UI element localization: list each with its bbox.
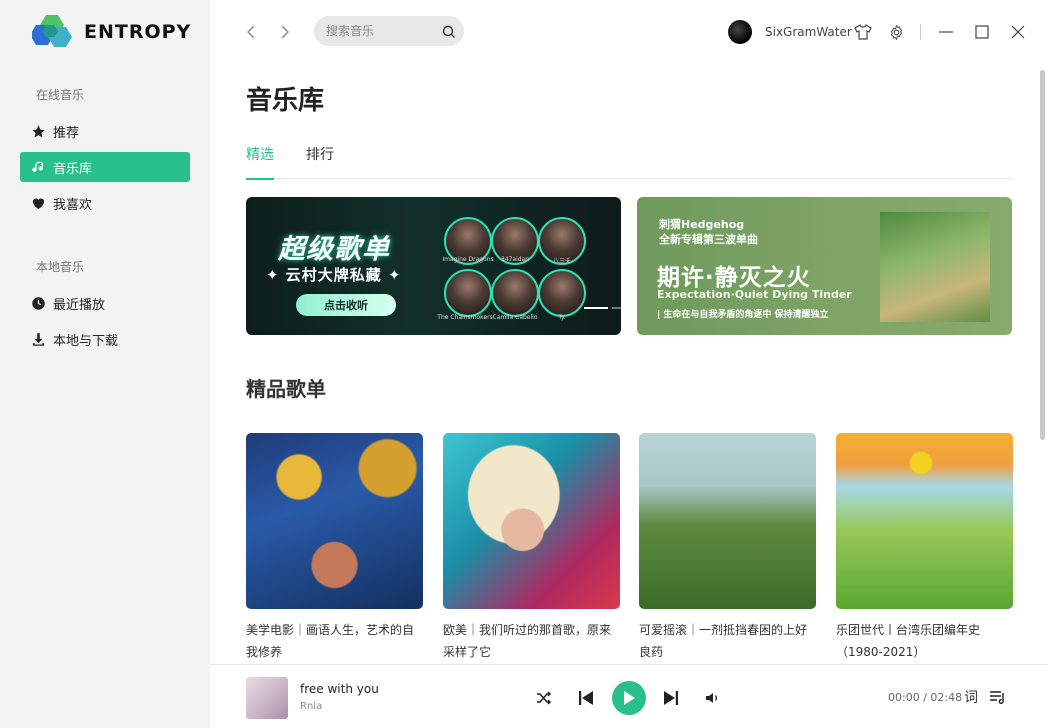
shuffle-button[interactable] bbox=[534, 689, 554, 707]
divider bbox=[920, 24, 921, 40]
playlist-title[interactable]: 可爱摇滚｜一剂抵挡春困的上好良药 bbox=[639, 619, 816, 663]
maximize-button[interactable] bbox=[973, 23, 991, 41]
carousel-dot[interactable] bbox=[584, 307, 608, 309]
sidebar-item-label: 最近播放 bbox=[53, 297, 106, 313]
shuffle-icon bbox=[537, 691, 552, 705]
gear-icon bbox=[890, 24, 902, 40]
artist-avatar bbox=[538, 269, 586, 317]
playlist-cover[interactable] bbox=[639, 433, 816, 609]
next-button[interactable] bbox=[661, 688, 681, 708]
tabs: 精选 排行 bbox=[246, 144, 1012, 180]
page-title: 音乐库 bbox=[246, 86, 325, 116]
playlist-cover[interactable] bbox=[246, 433, 423, 609]
banner-hedgehog-album[interactable]: 刺猬Hedgehog 全新专辑第三波单曲 期许·静灭之火 Expectation… bbox=[637, 197, 1012, 335]
search-box bbox=[314, 16, 464, 46]
logo-text: ENTROPY bbox=[84, 21, 192, 43]
entropy-logo-icon bbox=[32, 15, 72, 47]
playlist-title[interactable]: 美学电影｜画语人生，艺术的自我修养 bbox=[246, 619, 423, 663]
music-note-icon bbox=[30, 159, 46, 175]
banner-title: 超级歌单 bbox=[278, 234, 390, 265]
sidebar-item-label: 音乐库 bbox=[53, 161, 93, 177]
queue-list-icon bbox=[990, 691, 1004, 704]
now-playing-cover[interactable] bbox=[246, 677, 288, 719]
chevron-right-icon bbox=[281, 25, 289, 39]
chevron-left-icon bbox=[247, 25, 255, 39]
username[interactable]: SixGramWater bbox=[765, 25, 852, 39]
tshirt-icon bbox=[854, 24, 872, 40]
minimize-icon bbox=[939, 31, 953, 33]
scroll-thumb[interactable] bbox=[1040, 70, 1045, 440]
skin-button[interactable] bbox=[854, 23, 872, 41]
playlist-queue-button[interactable] bbox=[988, 688, 1008, 706]
search-input[interactable] bbox=[314, 16, 424, 46]
heart-icon bbox=[30, 195, 46, 211]
artist-avatar bbox=[444, 269, 492, 317]
play-button[interactable] bbox=[612, 681, 646, 715]
lyrics-button[interactable]: 词 bbox=[964, 687, 978, 707]
carousel-dots bbox=[584, 307, 621, 309]
app-logo[interactable]: ENTROPY bbox=[32, 13, 191, 51]
playlist-title[interactable]: 欧美｜我们听过的那首歌，原来采样了它 bbox=[443, 619, 620, 663]
section-title-online: 在线音乐 bbox=[36, 88, 85, 102]
minimize-button[interactable] bbox=[937, 23, 955, 41]
volume-icon bbox=[706, 693, 718, 703]
close-button[interactable] bbox=[1009, 23, 1027, 41]
main-content: 音乐库 精选 排行 超级歌单 ✦ 云村大牌私藏 ✦ 点击收听 Imagine D… bbox=[210, 64, 1038, 664]
banner-tagline: | 生命在与自我矛盾的角逐中 保持清醒独立 bbox=[657, 310, 829, 320]
banner-artist: 刺猬Hedgehog bbox=[659, 218, 745, 231]
carousel-dot[interactable] bbox=[612, 307, 621, 309]
sidebar-item-recent[interactable]: 最近播放 bbox=[20, 288, 190, 318]
banner-caption: 全新专辑第三波单曲 bbox=[659, 233, 758, 246]
settings-button[interactable] bbox=[887, 23, 905, 41]
sidebar-item-favorites[interactable]: 我喜欢 bbox=[20, 188, 190, 218]
section-title-local: 本地音乐 bbox=[36, 260, 85, 274]
listen-button[interactable]: 点击收听 bbox=[296, 294, 396, 316]
section-heading: 精品歌单 bbox=[246, 377, 326, 401]
sidebar-item-label: 本地与下载 bbox=[53, 333, 119, 349]
play-icon bbox=[624, 691, 635, 705]
playlist-cover[interactable] bbox=[443, 433, 620, 609]
download-icon bbox=[30, 331, 46, 347]
top-bar: SixGramWater bbox=[210, 0, 1048, 64]
sidebar-item-label: 我喜欢 bbox=[53, 197, 93, 213]
playlist-card[interactable]: 美学电影｜画语人生，艺术的自我修养 bbox=[246, 433, 423, 663]
search-icon[interactable] bbox=[442, 24, 456, 43]
artist-name: 八三夭 bbox=[552, 258, 571, 265]
sidebar-item-music-library[interactable]: 音乐库 bbox=[20, 152, 190, 182]
volume-button[interactable] bbox=[703, 689, 723, 707]
scrollbar[interactable] bbox=[1038, 64, 1048, 664]
close-icon bbox=[1011, 25, 1025, 39]
playback-time: 00:00 / 02:48 bbox=[888, 691, 963, 704]
artist-name: Ty. bbox=[558, 314, 566, 321]
star-icon bbox=[30, 123, 46, 139]
tab-ranking[interactable]: 排行 bbox=[306, 144, 334, 179]
sidebar-item-local-download[interactable]: 本地与下载 bbox=[20, 324, 190, 354]
clock-icon bbox=[30, 295, 46, 311]
playlist-card[interactable]: 乐团世代丨台湾乐团编年史（1980-2021） bbox=[836, 433, 1013, 663]
playlist-cover[interactable] bbox=[836, 433, 1013, 609]
banner-english-title: Expectation·Quiet Dying Tinder bbox=[657, 288, 852, 301]
skip-previous-icon bbox=[579, 691, 593, 705]
banner-title: 期许·静灭之火 bbox=[657, 265, 811, 291]
sidebar: ENTROPY 在线音乐 推荐 音乐库 我喜欢 本地音乐 最近播放 本地与下载 bbox=[0, 0, 210, 728]
avatar[interactable] bbox=[728, 20, 752, 44]
player-bar: free with you Rnla 00:00 / 02:48 词 bbox=[210, 664, 1048, 728]
artist-avatar bbox=[491, 269, 539, 317]
playlist-title[interactable]: 乐团世代丨台湾乐团编年史（1980-2021） bbox=[836, 619, 1013, 663]
sidebar-item-label: 推荐 bbox=[53, 125, 80, 141]
forward-button[interactable] bbox=[276, 22, 294, 42]
album-art bbox=[880, 212, 990, 322]
playlist-card[interactable]: 可爱摇滚｜一剂抵挡春困的上好良药 bbox=[639, 433, 816, 663]
now-playing-artist[interactable]: Rnla bbox=[300, 701, 322, 712]
banner-subtitle: ✦ 云村大牌私藏 ✦ bbox=[266, 266, 402, 284]
previous-button[interactable] bbox=[576, 688, 596, 708]
banner-super-playlist[interactable]: 超级歌单 ✦ 云村大牌私藏 ✦ 点击收听 Imagine Dragons 347… bbox=[246, 197, 621, 335]
playlist-card[interactable]: 欧美｜我们听过的那首歌，原来采样了它 bbox=[443, 433, 620, 663]
skip-next-icon bbox=[664, 691, 678, 705]
tab-featured[interactable]: 精选 bbox=[246, 144, 274, 180]
sidebar-item-recommend[interactable]: 推荐 bbox=[20, 116, 190, 146]
maximize-icon bbox=[975, 25, 989, 39]
back-button[interactable] bbox=[242, 22, 260, 42]
now-playing-title[interactable]: free with you bbox=[300, 682, 379, 696]
